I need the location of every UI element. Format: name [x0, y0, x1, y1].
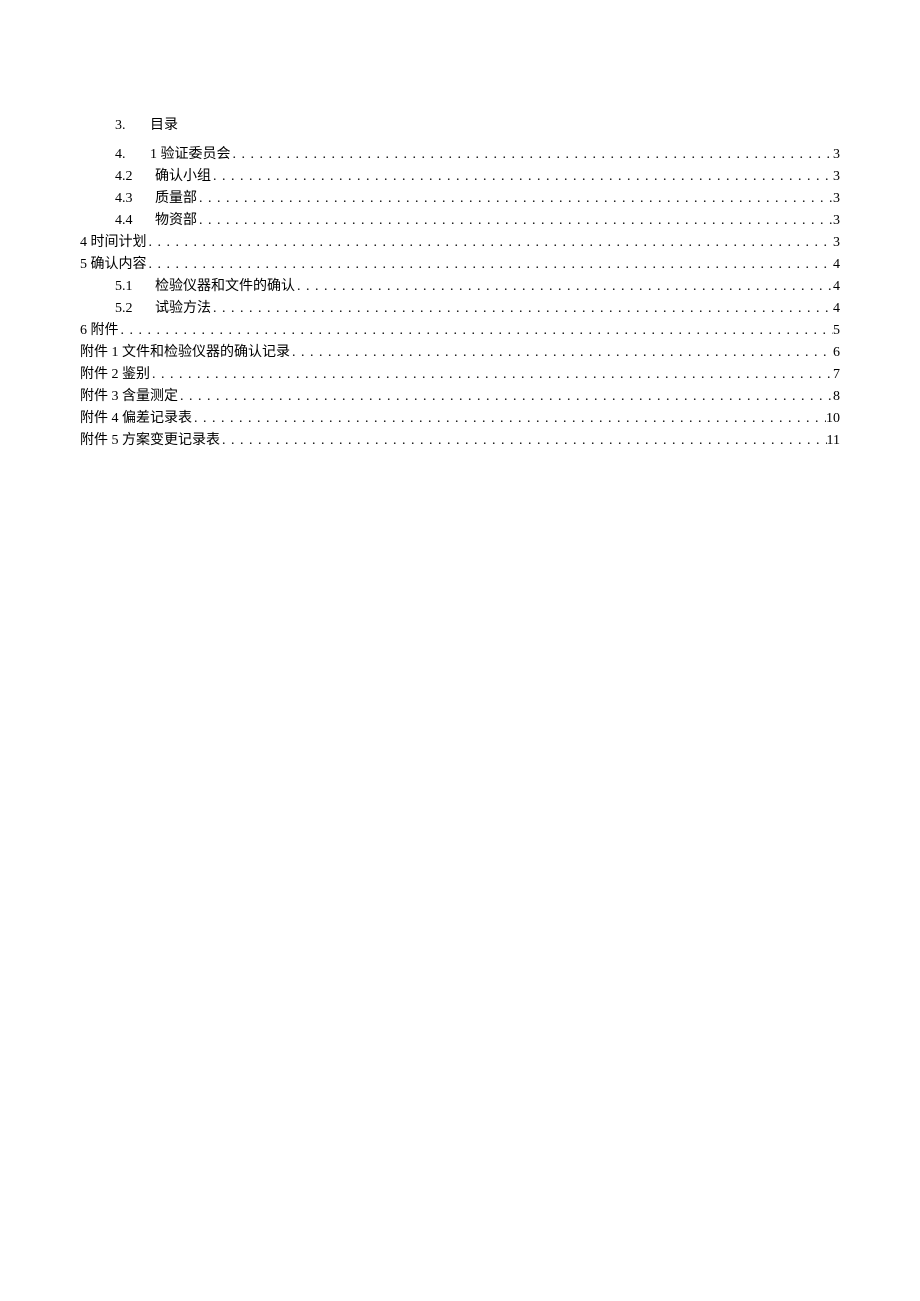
- toc-title-text: 目录: [150, 115, 178, 136]
- toc-entry-label: 质量部: [155, 188, 197, 209]
- toc-entry-label: 检验仪器和文件的确认: [155, 276, 295, 297]
- toc-entry-number: 5.2: [115, 298, 155, 319]
- toc-entry-label: 附件 2 鉴别: [80, 364, 150, 385]
- toc-leader-dots: [290, 342, 833, 363]
- toc-entry-page: 3: [833, 144, 840, 165]
- toc-leader-dots: [231, 144, 834, 165]
- toc-entry-number: 5.1: [115, 276, 155, 297]
- toc-entry: 5.1检验仪器和文件的确认 4: [80, 276, 840, 297]
- toc-entry: 附件 5 方案变更记录表 11: [80, 430, 840, 451]
- toc-entry-page: 5: [833, 320, 840, 341]
- toc-leader-dots: [119, 320, 834, 341]
- toc-entry: 附件 1 文件和检验仪器的确认记录 6: [80, 342, 840, 363]
- toc-entry-label: 试验方法: [155, 298, 211, 319]
- toc-entry: 4.1 验证委员会 3: [80, 144, 840, 165]
- toc-title: 3. 目录: [80, 115, 840, 136]
- toc-leader-dots: [192, 408, 826, 429]
- toc-leader-dots: [147, 254, 834, 275]
- toc-entry-number: 4.: [115, 144, 150, 165]
- toc-entry-label: 5 确认内容: [80, 254, 147, 275]
- toc-entry-label: 6 附件: [80, 320, 119, 341]
- toc-leader-dots: [295, 276, 833, 297]
- toc-entry-label: 附件 4 偏差记录表: [80, 408, 192, 429]
- toc-leader-dots: [211, 298, 833, 319]
- toc-entry: 附件 2 鉴别 7: [80, 364, 840, 385]
- toc-entry-page: 10: [826, 408, 840, 429]
- toc-entry-number: 4.2: [115, 166, 155, 187]
- toc-entry-page: 8: [833, 386, 840, 407]
- toc-leader-dots: [211, 166, 833, 187]
- toc-entry-page: 3: [833, 232, 840, 253]
- toc-leader-dots: [147, 232, 834, 253]
- toc-entry-label: 附件 5 方案变更记录表: [80, 430, 220, 451]
- toc-entry-page: 3: [833, 188, 840, 209]
- toc-entry-label: 4 时间计划: [80, 232, 147, 253]
- toc-entry: 附件 4 偏差记录表 10: [80, 408, 840, 429]
- toc-entry-label: 1 验证委员会: [150, 144, 231, 165]
- toc-entry: 4 时间计划 3: [80, 232, 840, 253]
- toc-entry-label: 附件 3 含量测定: [80, 386, 178, 407]
- toc-leader-dots: [197, 210, 833, 231]
- toc-entry-label: 确认小组: [155, 166, 211, 187]
- toc-entry-page: 4: [833, 254, 840, 275]
- toc-entry: 6 附件 5: [80, 320, 840, 341]
- toc-entry-number: 4.3: [115, 188, 155, 209]
- toc-entry: 4.2确认小组 3: [80, 166, 840, 187]
- toc-leader-dots: [178, 386, 833, 407]
- toc-leader-dots: [197, 188, 833, 209]
- toc-entry: 4.4物资部 3: [80, 210, 840, 231]
- toc-entry-page: 4: [833, 298, 840, 319]
- toc-entry-page: 6: [833, 342, 840, 363]
- toc-entry-page: 4: [833, 276, 840, 297]
- toc-leader-dots: [220, 430, 827, 451]
- toc-entry-page: 3: [833, 210, 840, 231]
- toc-entry-page: 11: [827, 430, 840, 451]
- toc-entry: 5.2试验方法 4: [80, 298, 840, 319]
- toc-entry: 附件 3 含量测定 8: [80, 386, 840, 407]
- toc-entry: 5 确认内容 4: [80, 254, 840, 275]
- toc-entry-page: 7: [833, 364, 840, 385]
- table-of-contents: 4.1 验证委员会34.2确认小组34.3质量部34.4物资部34 时间计划35…: [80, 144, 840, 451]
- toc-entry-label: 物资部: [155, 210, 197, 231]
- toc-title-number: 3.: [115, 115, 150, 136]
- toc-entry-page: 3: [833, 166, 840, 187]
- toc-entry-number: 4.4: [115, 210, 155, 231]
- toc-leader-dots: [150, 364, 833, 385]
- toc-entry: 4.3质量部 3: [80, 188, 840, 209]
- toc-entry-label: 附件 1 文件和检验仪器的确认记录: [80, 342, 290, 363]
